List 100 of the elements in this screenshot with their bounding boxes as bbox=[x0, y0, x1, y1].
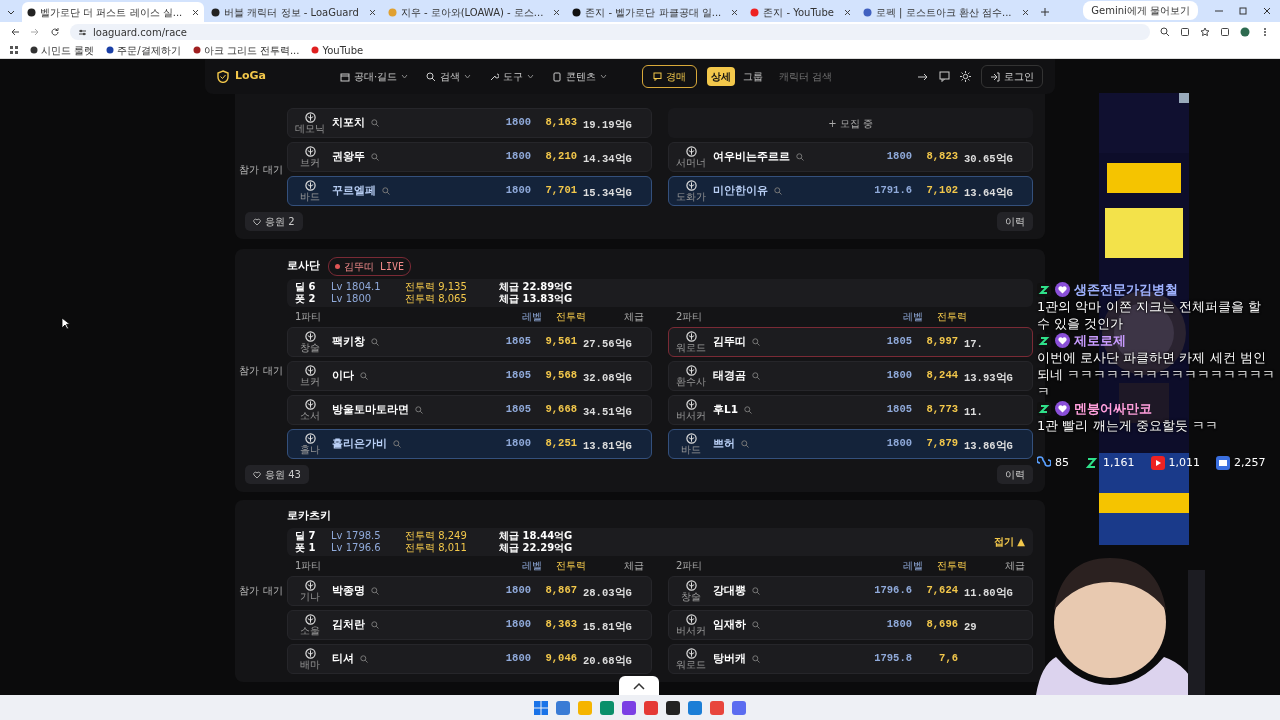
member-row[interactable]: 홀나 홀리은가비 1800 8,251 13.81억G bbox=[287, 429, 652, 459]
close-icon[interactable] bbox=[368, 8, 376, 16]
member-row[interactable]: 바드 꾸르엘페 1800 7,701 15.34억G bbox=[287, 176, 652, 206]
browser-tab[interactable]: 존지 - YouTube bbox=[745, 2, 856, 22]
search-icon[interactable] bbox=[371, 620, 379, 629]
member-row[interactable]: 도화가 미안한이유 1791.6 7,102 13.64억G bbox=[668, 176, 1033, 206]
member-row[interactable]: 버서커 후L1 1805 8,773 11. bbox=[668, 395, 1033, 425]
member-row[interactable]: 환수사 태경곰 1800 8,244 13.93억G bbox=[668, 361, 1033, 391]
search-icon[interactable] bbox=[744, 406, 752, 414]
character-name: 꾸르엘페 bbox=[332, 183, 376, 199]
cheer-button[interactable]: 응원 2 bbox=[245, 212, 303, 231]
bookmark[interactable]: 아크 그리드 전투력... bbox=[192, 42, 300, 58]
menu-item[interactable]: 공대·길드 bbox=[336, 69, 413, 84]
search-field[interactable]: 캐릭터 검색 bbox=[777, 68, 907, 85]
average-level: Lv 1796.6 bbox=[331, 541, 382, 554]
browser-tab[interactable]: 로펙 | 로스트아크 환산 점수... bbox=[857, 2, 1034, 22]
browser-tab[interactable]: 버블 캐릭터 정보 - LoaGuard bbox=[206, 2, 381, 22]
bookmark[interactable]: 주문/결제하기 bbox=[106, 42, 181, 58]
history-button[interactable]: 이력 bbox=[997, 212, 1033, 231]
live-badge[interactable]: 김뚜띠 LIVE bbox=[328, 257, 412, 276]
class-label: 도화가 bbox=[676, 192, 706, 202]
auction-button[interactable]: 경매 bbox=[642, 65, 697, 88]
back-icon[interactable] bbox=[10, 27, 20, 37]
maximize-icon[interactable] bbox=[1238, 6, 1248, 16]
class-label: 브커 bbox=[300, 377, 320, 387]
character-name: 임재하 bbox=[713, 616, 746, 632]
member-row[interactable]: 서머너 여우비는주르르 1800 8,823 30.65억G bbox=[668, 142, 1033, 172]
browser-tab[interactable]: 존지 - 벨가로단 파클공대 일... bbox=[567, 2, 744, 22]
member-row[interactable]: 창술 팩키창 1805 9,561 27.56억G bbox=[287, 327, 652, 357]
member-row[interactable]: 소서 방울토마토라면 1805 9,668 34.51억G bbox=[287, 395, 652, 425]
bookmark[interactable]: 시민드 룰렛 bbox=[30, 42, 95, 58]
search-icon[interactable] bbox=[393, 440, 401, 448]
close-icon[interactable] bbox=[1262, 6, 1272, 16]
taskbar-app-icon[interactable] bbox=[666, 700, 680, 715]
member-row[interactable]: 워로드 탕버캐 1795.8 7,6 bbox=[668, 643, 1033, 674]
address-field[interactable]: loaguard.com/race bbox=[93, 24, 187, 40]
member-row[interactable]: 데모닉 치포치 1800 8,163 19.19억G bbox=[287, 108, 652, 138]
search-icon[interactable] bbox=[752, 586, 760, 595]
star-icon[interactable] bbox=[1200, 27, 1210, 37]
browser-tab[interactable]: 지우 - 로아와(LOAWA) - 로스... bbox=[382, 2, 566, 22]
search-icon[interactable] bbox=[752, 338, 760, 346]
search-icon[interactable] bbox=[415, 406, 423, 414]
collapse-button[interactable]: 접기 ▲ bbox=[993, 535, 1025, 548]
sun-icon[interactable] bbox=[960, 71, 971, 82]
search-icon[interactable] bbox=[371, 338, 379, 346]
profile-icon[interactable] bbox=[1240, 27, 1250, 37]
scroll-top-button[interactable] bbox=[619, 676, 659, 695]
member-row[interactable]: 배마 티셔 1800 9,046 20.68억G bbox=[287, 643, 652, 674]
zoom-icon[interactable] bbox=[1160, 27, 1170, 37]
close-icon[interactable] bbox=[843, 8, 851, 16]
character-name: 방울토마토라면 bbox=[332, 402, 409, 418]
close-icon[interactable] bbox=[553, 8, 561, 16]
search-icon[interactable] bbox=[796, 153, 804, 161]
search-icon[interactable] bbox=[382, 187, 390, 195]
search-icon[interactable] bbox=[371, 586, 379, 595]
view-tab[interactable]: 그룹 bbox=[739, 67, 767, 86]
view-tab[interactable]: 상세 bbox=[707, 67, 735, 86]
windows-start-icon[interactable] bbox=[534, 700, 548, 715]
combat-power: 8,696 bbox=[925, 616, 958, 632]
search-icon[interactable] bbox=[360, 372, 368, 380]
close-icon[interactable] bbox=[192, 8, 200, 16]
search-icon[interactable] bbox=[360, 654, 368, 663]
close-icon[interactable] bbox=[731, 8, 739, 16]
member-row[interactable]: 소울 김처란 1800 8,363 15.81억G bbox=[287, 609, 652, 640]
close-icon[interactable] bbox=[1021, 8, 1029, 16]
history-button[interactable]: 이력 bbox=[997, 465, 1033, 484]
member-row[interactable]: 창술 강대뿡 1796.6 7,624 11.80억G bbox=[668, 575, 1033, 606]
member-row[interactable]: 브커 이다 1805 9,568 32.08억G bbox=[287, 361, 652, 391]
reload-icon[interactable] bbox=[50, 27, 60, 37]
menu-item[interactable]: 검색 bbox=[422, 69, 476, 84]
arrow-icon[interactable] bbox=[917, 71, 929, 82]
member-row[interactable]: 버서커 임재하 1800 8,696 29 bbox=[668, 609, 1033, 640]
search-icon[interactable] bbox=[752, 620, 760, 629]
member-row[interactable]: 바드 쁘허 1800 7,879 13.86억G bbox=[668, 429, 1033, 459]
search-icon[interactable] bbox=[371, 119, 379, 127]
tier-value: 34.51억G bbox=[583, 406, 632, 418]
message-icon[interactable] bbox=[939, 71, 950, 82]
login-button[interactable]: 로그인 bbox=[981, 65, 1043, 88]
class-label: 브커 bbox=[300, 158, 320, 168]
search-icon[interactable] bbox=[774, 187, 782, 195]
menu-item[interactable]: 콘텐츠 bbox=[548, 69, 612, 84]
search-icon[interactable] bbox=[752, 654, 760, 663]
bookmark[interactable]: YouTube bbox=[311, 42, 364, 58]
menu-item[interactable]: 도구 bbox=[485, 69, 539, 84]
assistant-button[interactable]: Gemini에게 물어보기 bbox=[1083, 0, 1198, 20]
member-row[interactable]: 기나 박종명 1800 8,867 28.03억G bbox=[287, 575, 652, 606]
logo-text[interactable]: LoGa bbox=[235, 68, 267, 85]
search-icon[interactable] bbox=[741, 440, 749, 448]
site-icon bbox=[572, 7, 582, 17]
search-icon[interactable] bbox=[752, 372, 760, 380]
browser-tab[interactable]: 벨가로단 더 퍼스트 레이스 실... bbox=[22, 2, 205, 22]
apps-icon[interactable] bbox=[10, 46, 18, 54]
column-header: 레벨 bbox=[902, 310, 923, 324]
member-row[interactable]: 워로드 김뚜띠 1805 8,997 17. bbox=[668, 327, 1033, 357]
recruiting-slot[interactable]: + 모집 중 bbox=[668, 108, 1033, 138]
cheer-button[interactable]: 응원 43 bbox=[245, 465, 309, 484]
new-tab-icon[interactable] bbox=[1039, 7, 1050, 17]
member-row[interactable]: 브커 권왕뚜 1800 8,210 14.34억G bbox=[287, 142, 652, 172]
search-icon[interactable] bbox=[371, 153, 379, 161]
forward-icon[interactable] bbox=[30, 27, 40, 37]
